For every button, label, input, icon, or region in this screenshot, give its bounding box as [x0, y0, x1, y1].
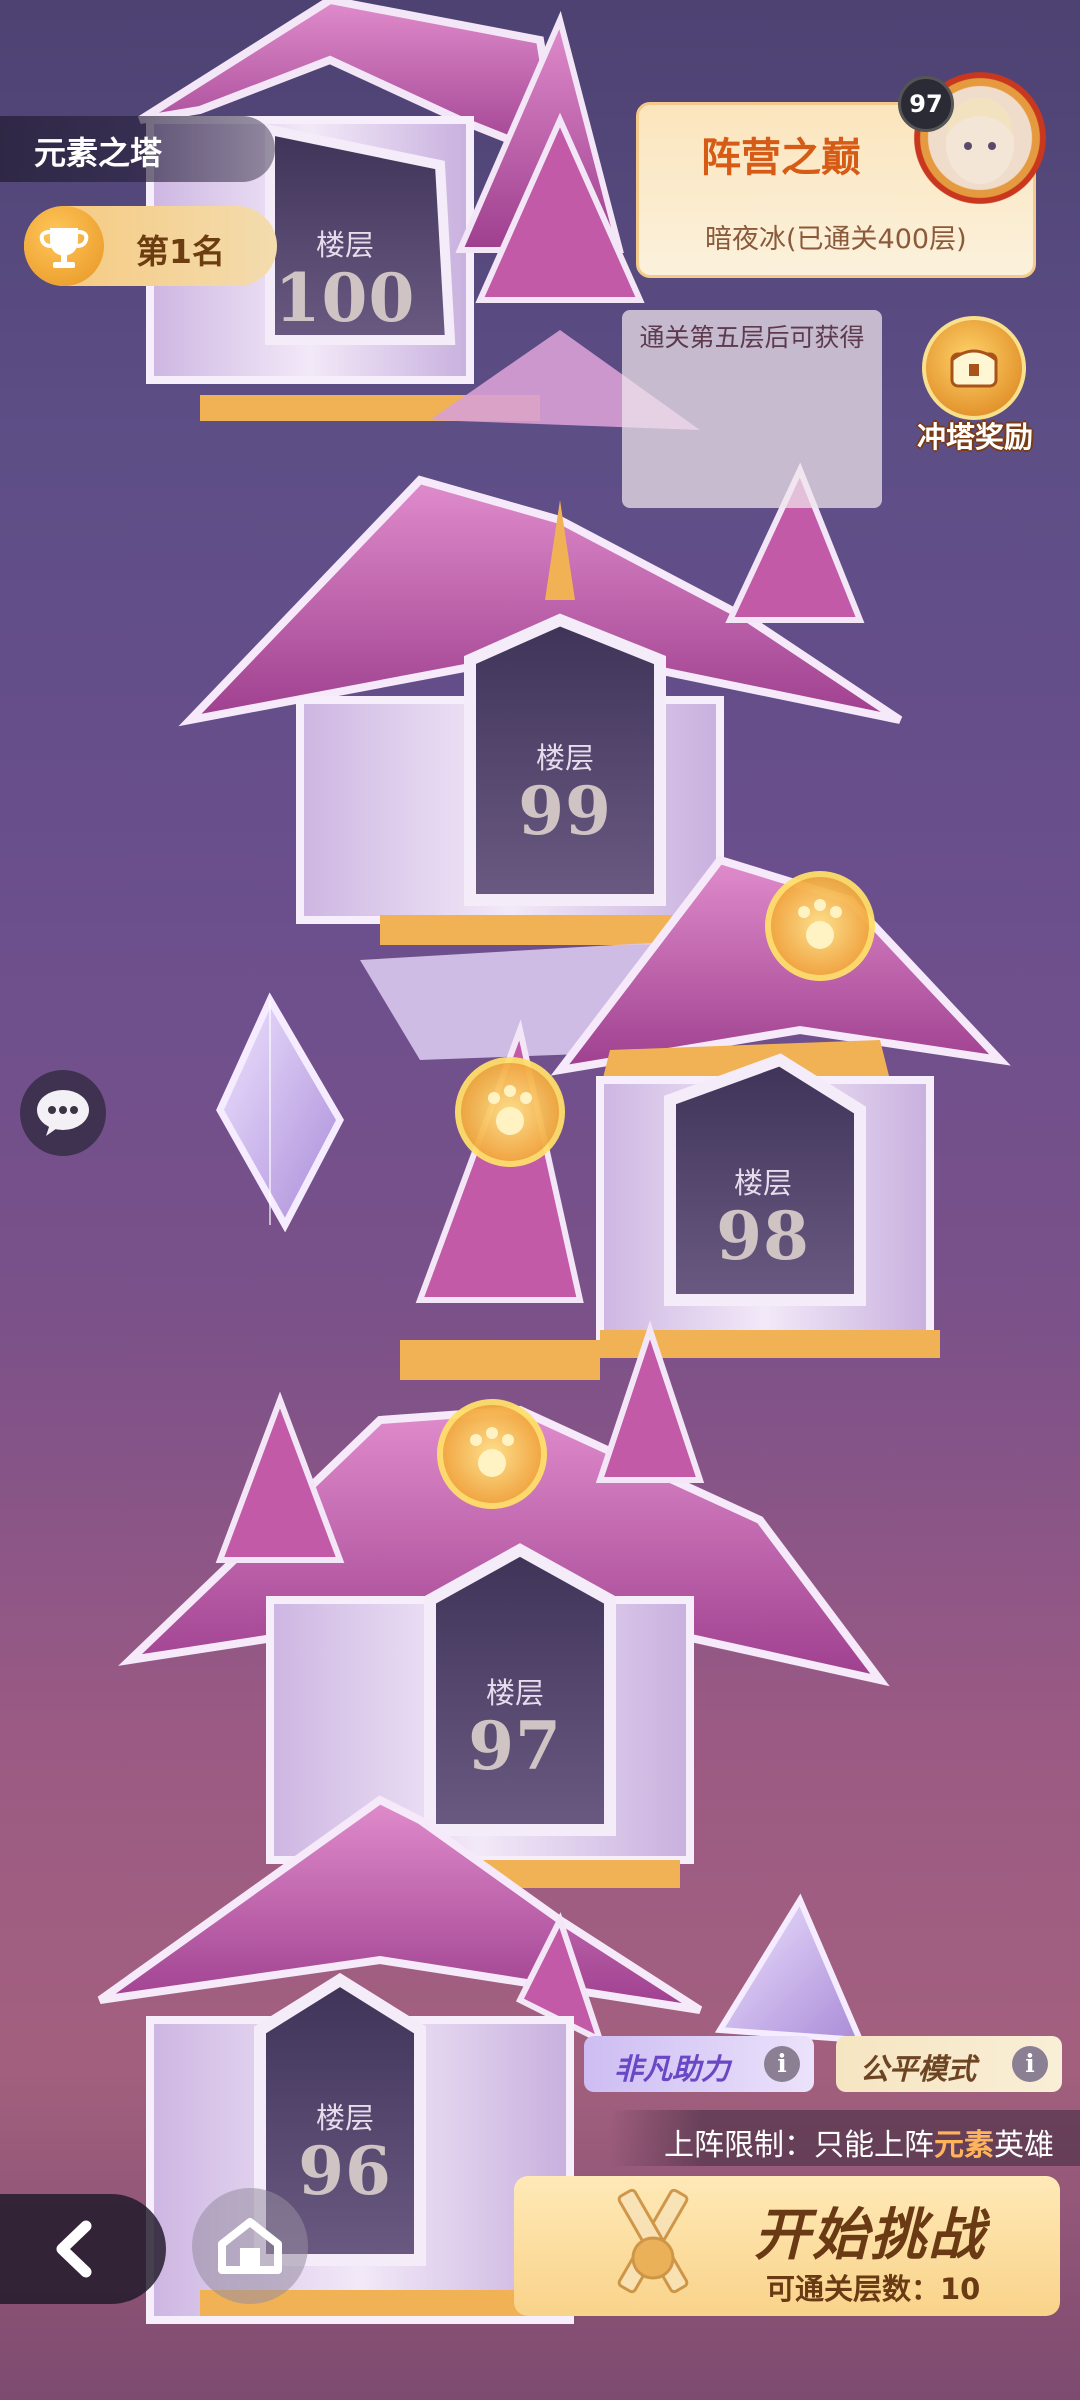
paw-marker: [765, 871, 875, 981]
restriction-text: 上阵限制：只能上阵元素英雄: [664, 2128, 1054, 2163]
info-icon[interactable]: i: [764, 2046, 800, 2082]
floor-number: 100: [274, 259, 416, 337]
camp-title: 阵营之巅: [701, 135, 861, 181]
paw-marker: [455, 1057, 565, 1167]
floor-label: 楼层: [485, 1676, 544, 1710]
floor-number: 99: [518, 772, 612, 850]
level-badge: 97: [898, 76, 954, 132]
floor-number: 97: [468, 1707, 562, 1785]
chat-bubble-icon: [37, 1090, 89, 1136]
reward-hint-text: 通关第五层后可获得: [639, 323, 865, 352]
floor-100[interactable]: 楼层 100: [260, 222, 430, 333]
assist-tag[interactable]: 非凡助力 i: [584, 2036, 814, 2092]
assist-label: 非凡助力: [614, 2052, 731, 2086]
trophy-icon: [24, 206, 104, 286]
rank-label: 第1名: [136, 232, 225, 271]
floor-label: 楼层: [733, 1166, 792, 1200]
crossed-swords-icon: [617, 2188, 689, 2294]
paw-marker: [437, 1399, 547, 1509]
lineup-restriction: 上阵限制：只能上阵元素英雄: [610, 2110, 1080, 2166]
restriction-highlight: 元素: [934, 2128, 994, 2163]
tower-title: 元素之塔: [34, 134, 163, 172]
reward-label: 冲塔奖励: [916, 420, 1033, 454]
floor-label: 楼层: [535, 741, 594, 775]
floating-crystal: [216, 992, 344, 1233]
back-button[interactable]: [0, 2194, 166, 2304]
floor-99[interactable]: 楼层 99: [480, 735, 650, 846]
floor-label: 楼层: [315, 228, 374, 262]
reward-hint-panel: 通关第五层后可获得: [622, 310, 882, 508]
home-icon: [218, 2218, 282, 2274]
clear-count-label: 可通关层数：10: [766, 2272, 981, 2306]
info-icon[interactable]: i: [1012, 2046, 1048, 2082]
floor-97[interactable]: 楼层 97: [430, 1670, 600, 1781]
rank-button[interactable]: 第1名: [24, 206, 277, 286]
start-challenge-button[interactable]: 开始挑战 可通关层数：10: [514, 2176, 1060, 2316]
start-challenge-label: 开始挑战: [754, 2203, 986, 2268]
fair-mode-label: 公平模式: [860, 2052, 977, 2086]
chat-button[interactable]: [20, 1070, 106, 1156]
floor-label: 楼层: [315, 2101, 374, 2135]
home-button[interactable]: [192, 2188, 308, 2304]
floor-number: 98: [716, 1197, 810, 1275]
floor-98[interactable]: 楼层 98: [678, 1160, 848, 1271]
fair-mode-tag[interactable]: 公平模式 i: [836, 2036, 1062, 2092]
camp-subtitle: 暗夜冰(已通关400层): [705, 224, 967, 255]
tower-title-bar: 元素之塔: [0, 116, 275, 182]
back-arrow-icon: [56, 2220, 92, 2278]
reward-chest-icon: [922, 316, 1026, 420]
climb-reward-button[interactable]: 冲塔奖励: [906, 312, 1056, 462]
